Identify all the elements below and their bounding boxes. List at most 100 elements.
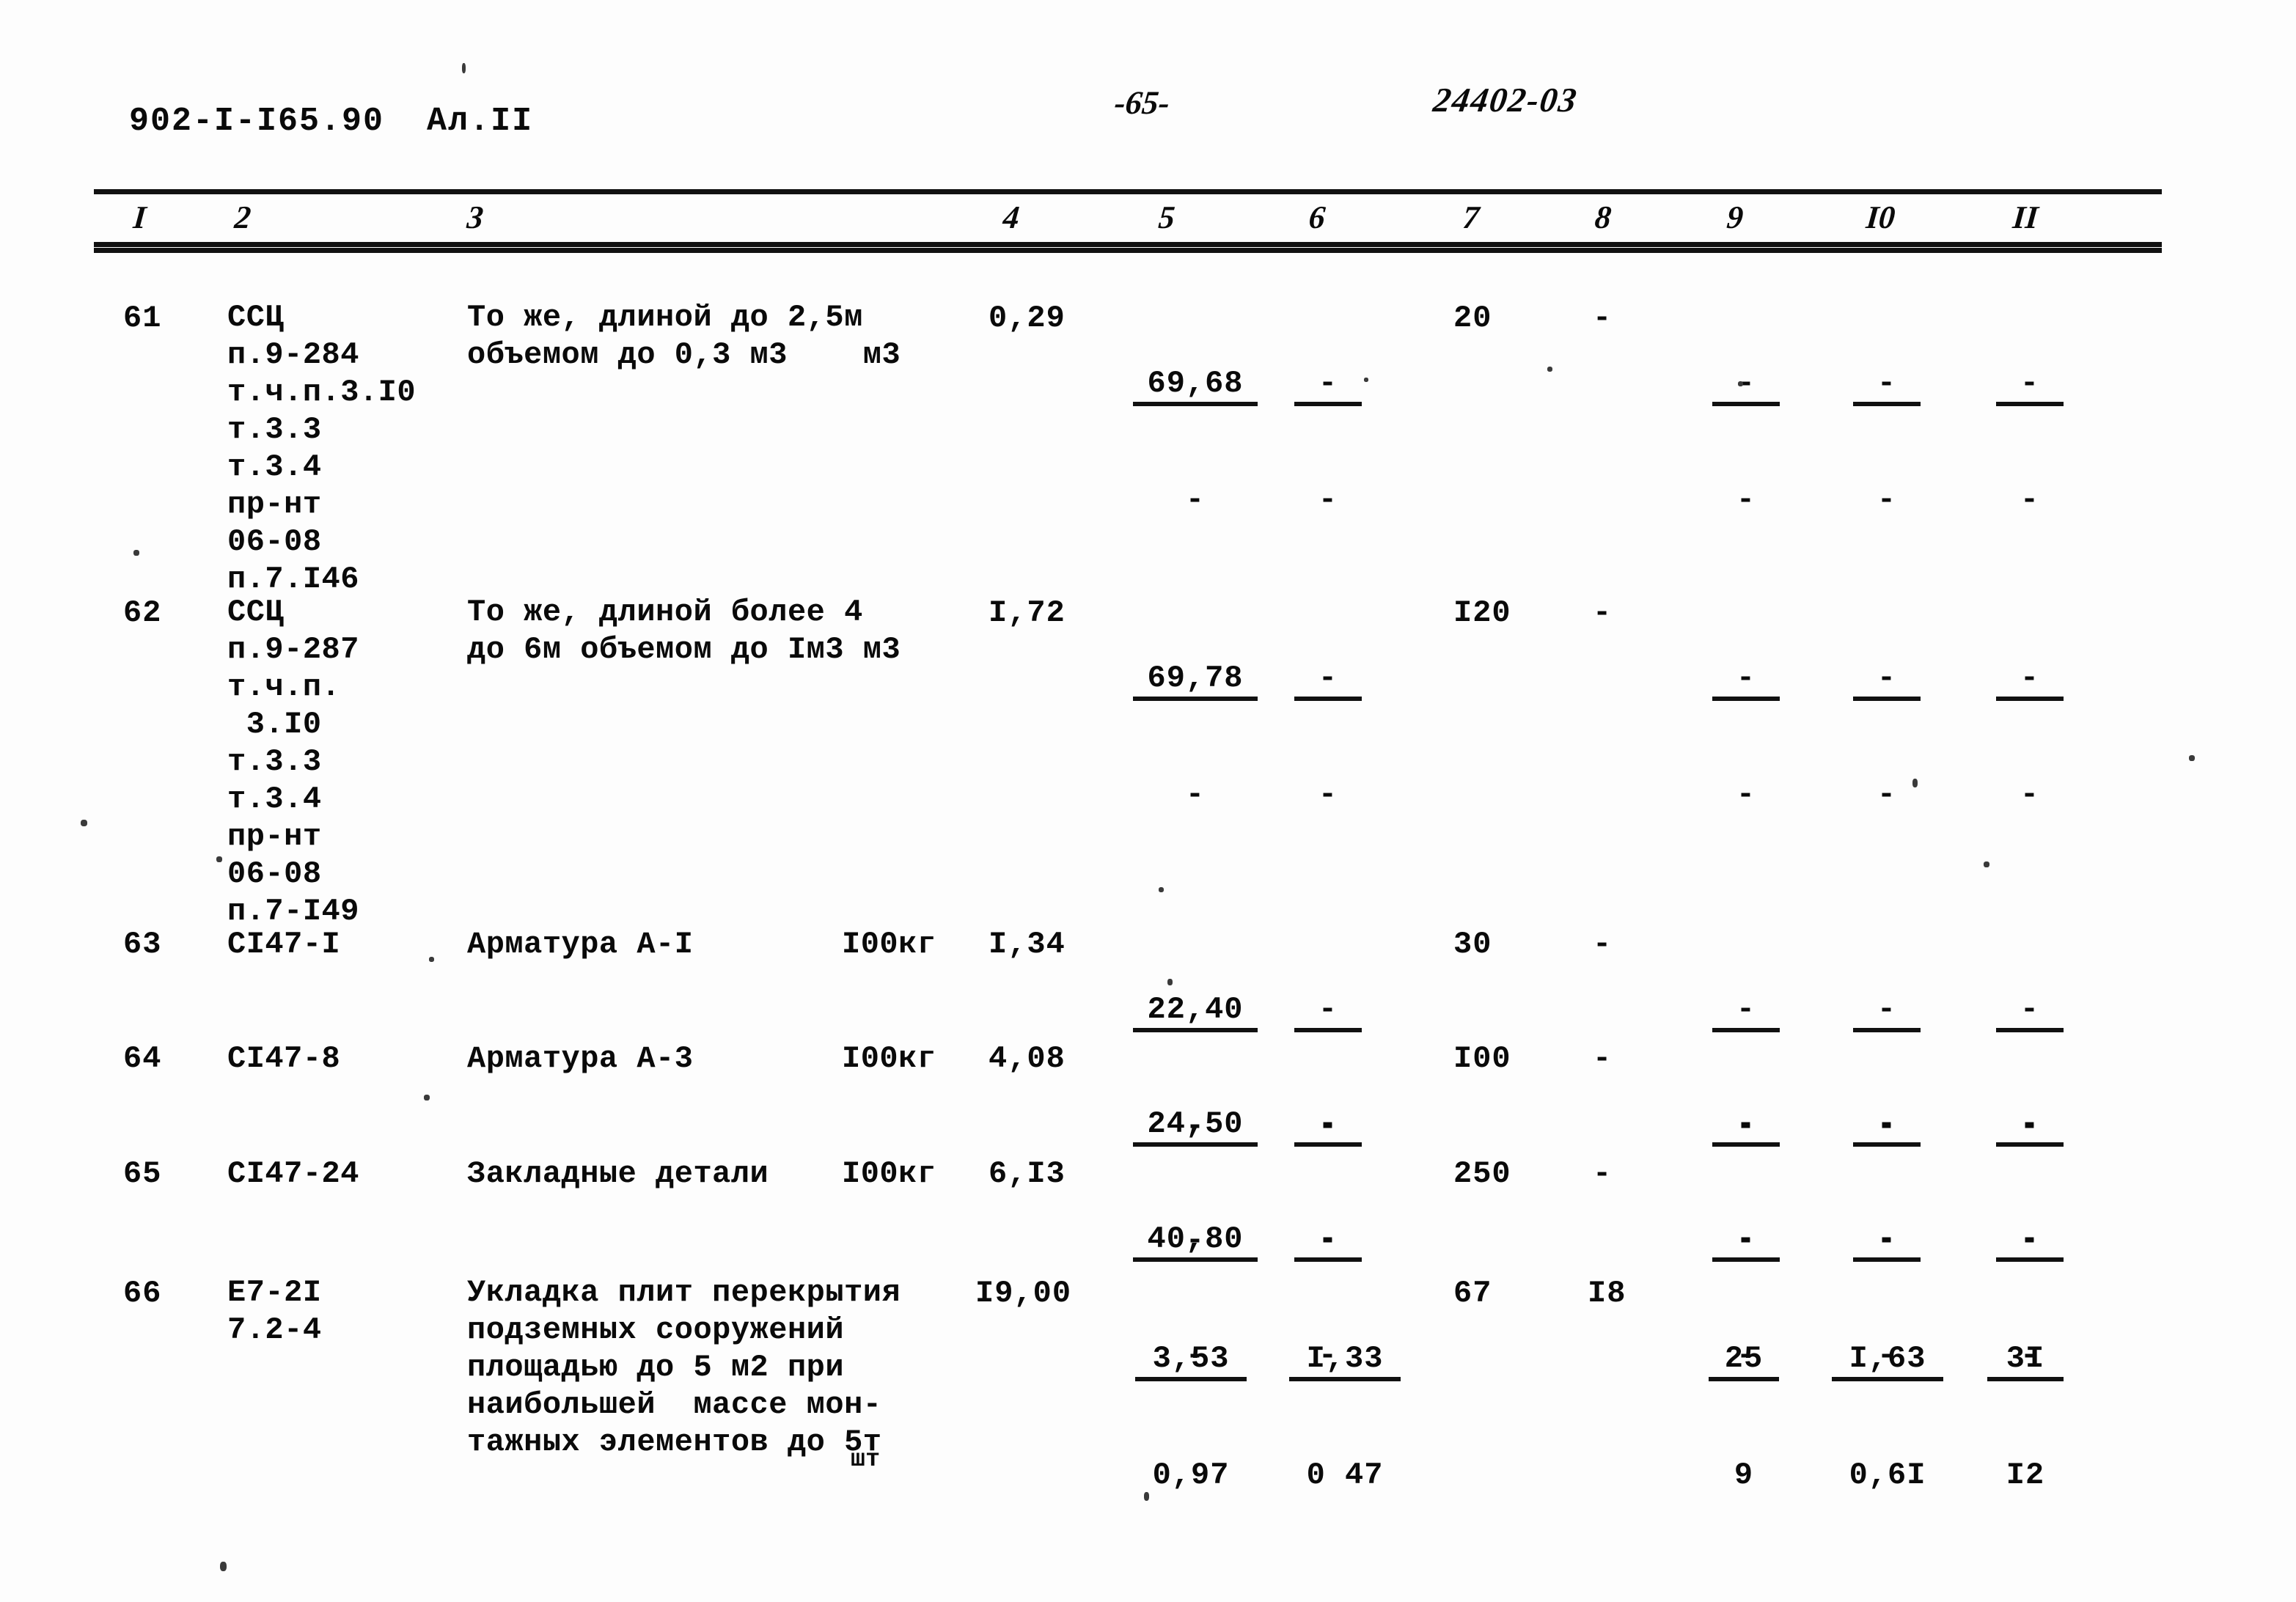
- row-col8: -: [1593, 1041, 1613, 1076]
- scan-speck: [1159, 887, 1164, 892]
- table-row: 61: [123, 301, 162, 336]
- row-col4: I,72: [989, 595, 1066, 631]
- row-col6-bot: -: [1318, 482, 1338, 518]
- row-col7: 250: [1453, 1156, 1511, 1191]
- row-col6-top: -: [1294, 367, 1362, 406]
- row-col6-bot: 0 47: [1306, 1458, 1384, 1493]
- row-code: ССЦ п.9-287 т.ч.п. 3.I0 т.3.3 т.3.4 пр-н…: [227, 595, 359, 929]
- row-unit: I00кг: [842, 1041, 936, 1076]
- row-col9-top: -: [1712, 367, 1780, 406]
- row-col10-top: -: [1853, 661, 1921, 701]
- row-col10: I,63 0,6I: [1832, 1271, 1943, 1566]
- scan-speck: [424, 1095, 430, 1101]
- column-header-3: 3: [465, 199, 485, 235]
- row-col8: -: [1593, 595, 1613, 631]
- row-col7: 30: [1453, 927, 1492, 962]
- scan-speck: [2189, 755, 2195, 761]
- scan-speck: [1984, 861, 1989, 867]
- row-col7: I20: [1453, 595, 1511, 631]
- row-code: ССЦ п.9-284 т.ч.п.3.I0 т.3.3 т.3.4 пр-нт…: [227, 300, 417, 597]
- row-col6-top: -: [1294, 1222, 1362, 1262]
- row-col10-top: -: [1853, 367, 1921, 406]
- row-code: CI47-8: [227, 1041, 341, 1076]
- row-col4: 0,29: [989, 301, 1066, 336]
- row-col11-bot: -: [2020, 482, 2040, 518]
- row-col9: - -: [1712, 591, 1780, 886]
- row-col8: -: [1593, 927, 1613, 962]
- row-col6: - -: [1294, 591, 1362, 886]
- row-col9-top: -: [1712, 661, 1780, 701]
- row-col5-bot: 0,97: [1152, 1458, 1230, 1493]
- row-unit: шт: [851, 1446, 881, 1473]
- row-code: CI47-24: [227, 1156, 359, 1191]
- column-header-10: I0: [1864, 199, 1897, 235]
- row-col10-bot: -: [1877, 482, 1897, 518]
- page-number: -65-: [1112, 84, 1172, 121]
- table-header-rule-lower: [94, 248, 2162, 253]
- row-description: Арматура А-3: [467, 1041, 694, 1076]
- row-col7: 67: [1453, 1276, 1492, 1311]
- row-description: Укладка плит перекрытия подземных сооруж…: [467, 1275, 901, 1460]
- row-col6: I,33 0 47: [1289, 1271, 1401, 1566]
- row-col4: 6,I3: [989, 1156, 1066, 1191]
- column-header-7: 7: [1461, 199, 1481, 235]
- row-col8: I8: [1588, 1276, 1626, 1311]
- row-col5-top: 69,68: [1133, 367, 1258, 406]
- scan-speck: [216, 856, 222, 862]
- row-unit: I00кг: [842, 927, 936, 962]
- column-header-1: I: [131, 199, 148, 235]
- row-col9-bot: 9: [1734, 1458, 1754, 1493]
- scan-speck: [81, 820, 87, 826]
- column-header-4: 4: [1001, 199, 1022, 235]
- row-col4: 4,08: [989, 1041, 1066, 1076]
- table-row: 64: [123, 1041, 162, 1076]
- row-col4: I,34: [989, 927, 1066, 962]
- row-col5-bot: -: [1185, 482, 1206, 518]
- row-col5-top: 22,40: [1133, 993, 1258, 1032]
- row-col11-top: -: [1996, 1222, 2064, 1262]
- row-description: То же, длиной более 4 до 6м объемом до I…: [467, 595, 901, 667]
- row-col11-bot: I2: [2006, 1458, 2045, 1493]
- row-col10-bot: -: [1877, 777, 1897, 812]
- scan-speck: [1364, 378, 1368, 382]
- row-col10-top: -: [1853, 993, 1921, 1032]
- row-col8: -: [1593, 301, 1613, 336]
- table-row: 62: [123, 595, 162, 631]
- row-col11: - -: [1996, 296, 2064, 591]
- document-code: 902-I-I65.90 Ал.II: [129, 103, 534, 140]
- row-col5: 3,53 0,97: [1135, 1271, 1247, 1566]
- row-code: E7-2I 7.2-4: [227, 1275, 322, 1348]
- row-col10-bot: 0,6I: [1849, 1458, 1926, 1493]
- row-unit: I00кг: [842, 1156, 936, 1191]
- table-row: 65: [123, 1156, 162, 1191]
- row-col9: 25 9: [1709, 1271, 1779, 1566]
- row-col6: - -: [1294, 296, 1362, 591]
- row-col11-top: -: [1996, 661, 2064, 701]
- row-col9-top: -: [1712, 1222, 1780, 1262]
- row-col9: - -: [1712, 296, 1780, 591]
- scan-speck: [220, 1562, 227, 1571]
- row-col4: I9,00: [975, 1276, 1072, 1311]
- document-reference-number: 24402-03: [1431, 81, 1580, 120]
- scan-speck: [1167, 979, 1173, 985]
- column-header-11: II: [2011, 199, 2040, 235]
- row-col11: 3I I2: [1987, 1271, 2064, 1566]
- row-description: То же, длиной до 2,5м объемом до 0,3 м3 …: [467, 300, 901, 372]
- column-header-6: 6: [1307, 199, 1327, 235]
- row-col11-top: 3I: [1987, 1342, 2064, 1381]
- row-col5-top: 40,80: [1133, 1222, 1258, 1262]
- column-header-8: 8: [1593, 199, 1613, 235]
- row-col6-top: -: [1294, 993, 1362, 1032]
- row-col5-top: 3,53: [1135, 1342, 1247, 1381]
- scanned-document-page: 902-I-I65.90 Ал.II -65- 24402-03 I 2 3 4…: [0, 0, 2296, 1602]
- row-col10: - -: [1853, 591, 1921, 886]
- row-col5: 69,68 -: [1133, 296, 1258, 591]
- row-col6-top: I,33: [1289, 1342, 1401, 1381]
- row-col11-top: -: [1996, 993, 2064, 1032]
- row-description: Арматура А-I: [467, 927, 694, 962]
- table-row: 63: [123, 927, 162, 962]
- table-row: 66: [123, 1276, 162, 1311]
- row-col10-top: I,63: [1832, 1342, 1943, 1381]
- table-header-rule-upper: [94, 242, 2162, 247]
- row-col5-top: 24,50: [1133, 1107, 1258, 1147]
